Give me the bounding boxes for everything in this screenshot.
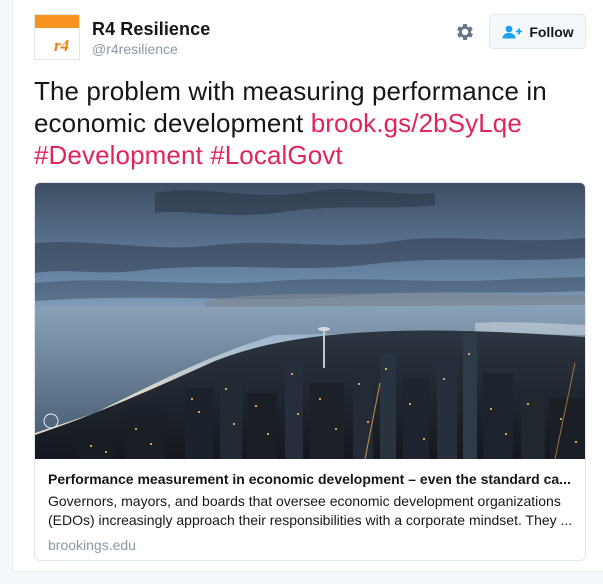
card-body: Performance measurement in economic deve… — [48, 469, 574, 554]
avatar[interactable]: r4 — [34, 14, 80, 60]
author-screen-name[interactable]: @r4resilience — [92, 41, 178, 57]
card-title[interactable]: Performance measurement in economic deve… — [48, 469, 574, 489]
follow-label: Follow — [529, 23, 574, 40]
hashtag-localgovt[interactable]: #LocalGovt — [210, 140, 343, 170]
add-user-icon — [502, 25, 523, 38]
tweet-text: The problem with measuring performance i… — [34, 75, 589, 171]
tweet-card: r4 R4 Resilience @r4resilience Follow Th… — [12, 0, 603, 572]
gear-icon[interactable] — [454, 21, 476, 43]
card-image[interactable] — [35, 183, 585, 459]
card-description: Governors, mayors, and boards that overs… — [48, 493, 573, 528]
link-preview-card[interactable]: Performance measurement in economic deve… — [34, 182, 586, 561]
author-display-name[interactable]: R4 Resilience — [92, 19, 210, 40]
follow-button[interactable]: Follow — [489, 14, 586, 49]
card-domain[interactable]: brookings.edu — [48, 536, 574, 554]
avatar-logo-text: r4 — [54, 36, 70, 55]
tweet-link[interactable]: brook.gs/2bSyLqe — [311, 108, 522, 138]
hashtag-development[interactable]: #Development — [34, 140, 203, 170]
